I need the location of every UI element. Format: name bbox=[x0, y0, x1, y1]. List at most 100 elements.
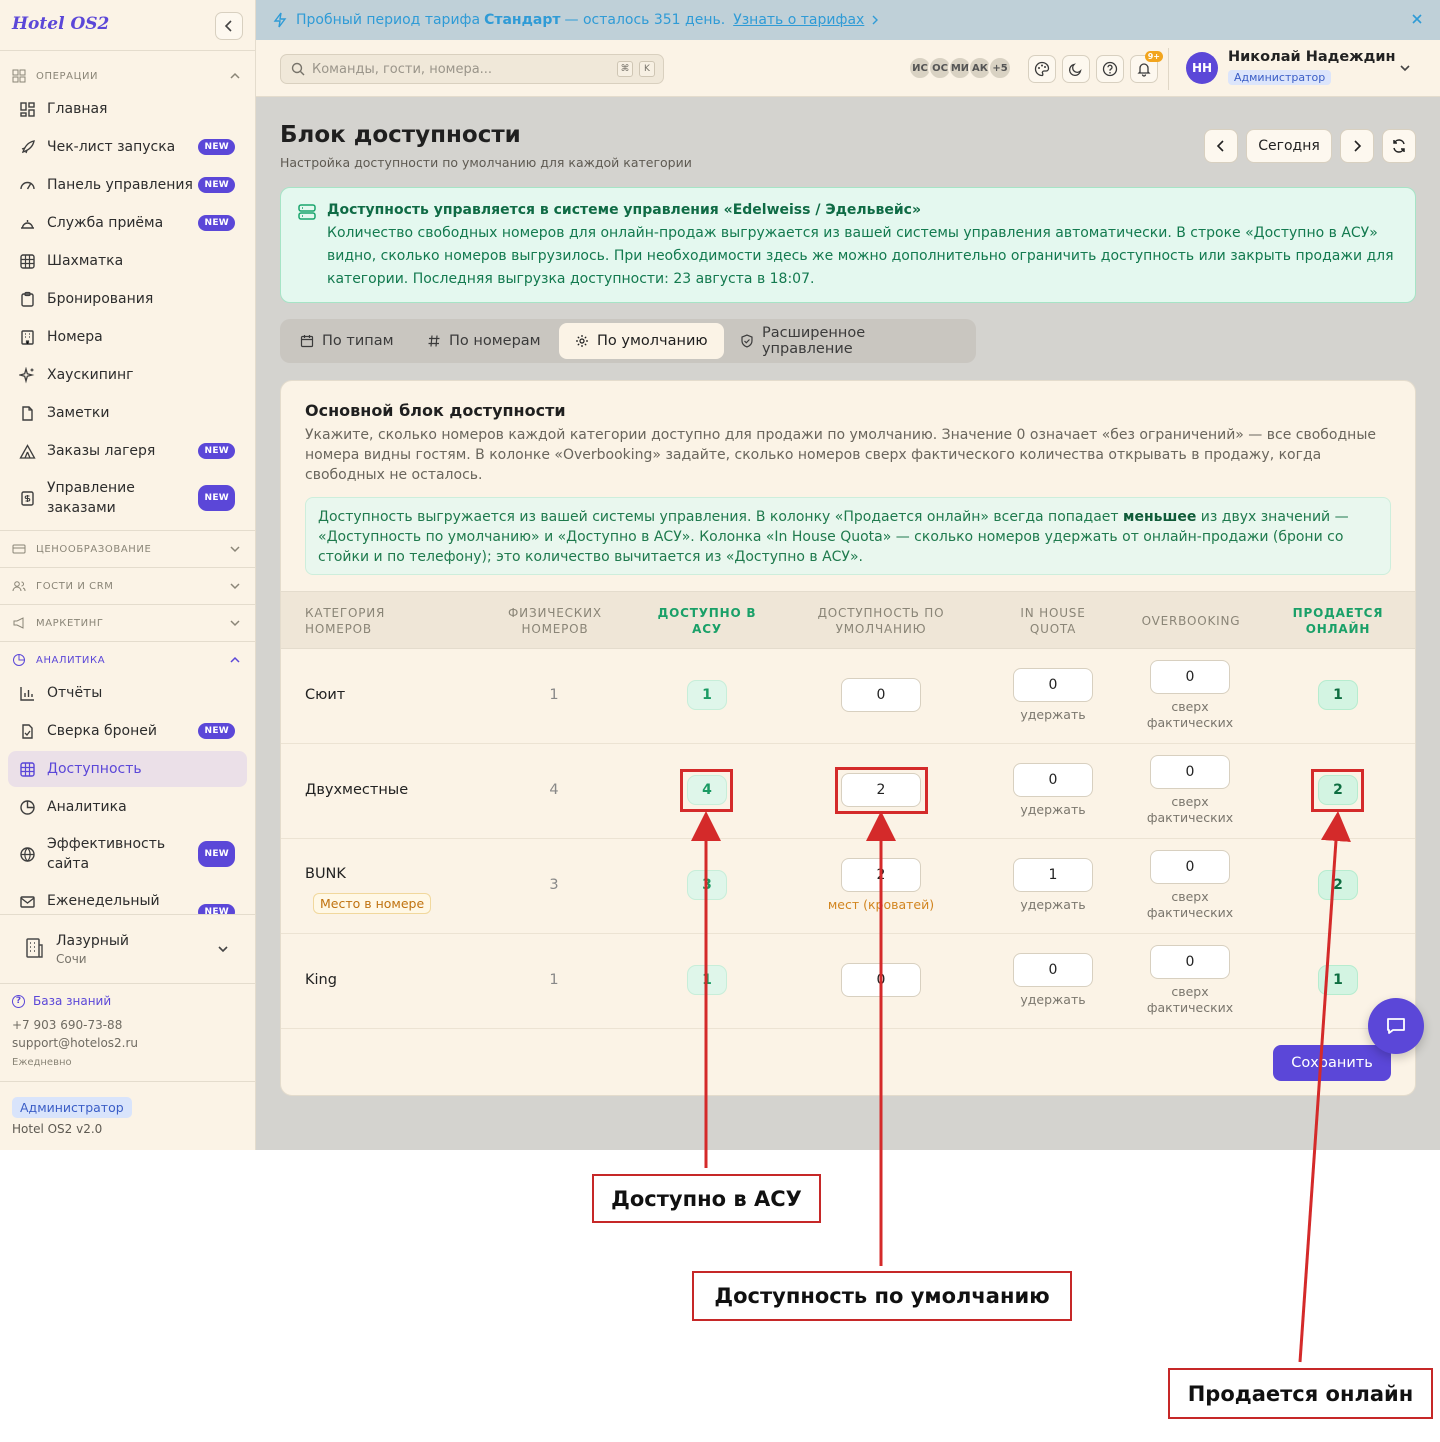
dark-mode-button[interactable] bbox=[1062, 55, 1090, 83]
app-logo[interactable]: Hotel OS2 bbox=[12, 14, 109, 34]
tab-label: По номерам bbox=[449, 333, 541, 349]
close-icon[interactable] bbox=[1410, 12, 1424, 26]
sidebar-item-notes[interactable]: Заметки bbox=[8, 395, 247, 431]
sidebar-item-home[interactable]: Главная bbox=[8, 91, 247, 127]
default-availability-input[interactable] bbox=[841, 963, 921, 997]
hotel-selector[interactable]: Лазурный Сочи bbox=[0, 915, 256, 983]
sparkles-icon bbox=[19, 366, 36, 384]
sidebar-item-frontdesk[interactable]: Служба приёма NEW bbox=[8, 205, 247, 241]
section-analytics[interactable]: АНАЛИТИКА bbox=[12, 651, 244, 669]
tent-icon bbox=[19, 443, 36, 460]
divider bbox=[1168, 48, 1169, 90]
sidebar-item-site-efficiency[interactable]: Эффективность сайта NEW bbox=[8, 832, 247, 876]
overbooking-input[interactable] bbox=[1150, 850, 1230, 884]
support-email[interactable]: support@hotelos2.ru bbox=[12, 1036, 138, 1050]
chevron-up-icon bbox=[230, 72, 240, 79]
sidebar-item-chess[interactable]: Шахматка bbox=[8, 243, 247, 279]
overbooking-hint: сверх фактических bbox=[1140, 794, 1240, 826]
rocket-icon bbox=[19, 139, 36, 156]
chevron-up-icon bbox=[230, 656, 240, 663]
callout-online: Продается онлайн bbox=[1168, 1368, 1433, 1419]
sidebar-item-availability[interactable]: Доступность bbox=[8, 751, 247, 787]
hotel-building-icon bbox=[26, 938, 43, 958]
sidebar-item-checklist[interactable]: Чек-лист запуска NEW bbox=[8, 129, 247, 165]
app-version: Hotel OS2 v2.0 bbox=[12, 1122, 103, 1136]
chat-button[interactable] bbox=[1368, 998, 1424, 1054]
mail-icon bbox=[19, 893, 36, 910]
sidebar-item-label: Аналитика bbox=[47, 799, 127, 815]
info-text: Количество свободных номеров для онлайн-… bbox=[327, 225, 1394, 287]
user-avatar[interactable]: НН bbox=[1186, 52, 1218, 84]
callout-asu: Доступно в АСУ bbox=[592, 1174, 821, 1223]
new-badge: NEW bbox=[198, 904, 235, 914]
sidebar-item-order-management[interactable]: Управление заказами NEW bbox=[8, 476, 247, 520]
megaphone-icon bbox=[12, 616, 26, 630]
in-house-quota-input[interactable] bbox=[1013, 763, 1093, 797]
today-button[interactable]: Сегодня bbox=[1246, 129, 1332, 163]
sold-online-count: 2 bbox=[1318, 870, 1358, 900]
calendar-icon bbox=[300, 335, 314, 348]
prev-date-button[interactable] bbox=[1204, 129, 1238, 163]
hash-icon bbox=[428, 335, 440, 347]
search-box[interactable]: ⌘ K bbox=[280, 54, 664, 84]
chevron-down-icon bbox=[218, 946, 228, 953]
tab-by-type[interactable]: По типам bbox=[284, 323, 410, 359]
knowledge-base-link[interactable]: ? База знаний bbox=[12, 994, 111, 1008]
tab-advanced[interactable]: Расширенное управление bbox=[724, 323, 976, 359]
sidebar-item-housekeeping[interactable]: Хаускипинг bbox=[8, 357, 247, 393]
overbooking-input[interactable] bbox=[1150, 660, 1230, 694]
section-marketing[interactable]: МАРКЕТИНГ bbox=[12, 614, 244, 632]
overbooking-input[interactable] bbox=[1150, 755, 1230, 789]
section-operations[interactable]: ОПЕРАЦИИ bbox=[12, 67, 244, 85]
sidebar-item-label: Управление заказами bbox=[47, 480, 135, 516]
hotel-city: Сочи bbox=[56, 952, 87, 966]
help-button[interactable] bbox=[1096, 55, 1124, 83]
sidebar-item-label: Чек-лист запуска bbox=[47, 139, 176, 155]
sidebar-item-label: Эффективность сайта bbox=[47, 836, 166, 872]
in-house-quota-input[interactable] bbox=[1013, 668, 1093, 702]
in-house-quota-input[interactable] bbox=[1013, 858, 1093, 892]
search-input[interactable] bbox=[312, 61, 602, 77]
in-house-quota-input[interactable] bbox=[1013, 953, 1093, 987]
card-description: Укажите, сколько номеров каждой категори… bbox=[305, 427, 1376, 483]
sidebar-item-weekly[interactable]: Еженедельный NEW bbox=[8, 884, 247, 914]
clipboard-icon bbox=[19, 291, 36, 308]
overbooking-hint: сверх фактических bbox=[1140, 699, 1240, 731]
default-availability-input[interactable] bbox=[841, 858, 921, 892]
sidebar-item-camp-orders[interactable]: Заказы лагеря NEW bbox=[8, 433, 247, 469]
theme-palette-button[interactable] bbox=[1028, 55, 1056, 83]
physical-count: 1 bbox=[549, 687, 559, 703]
notifications-button[interactable]: 9+ bbox=[1130, 51, 1163, 83]
sidebar-item-analytics[interactable]: Аналитика bbox=[8, 789, 247, 825]
chevron-down-icon[interactable] bbox=[1398, 61, 1412, 75]
tab-label: По типам bbox=[322, 333, 394, 349]
save-button[interactable]: Сохранить bbox=[1273, 1045, 1391, 1081]
sidebar-item-rooms[interactable]: Номера bbox=[8, 319, 247, 355]
tariffs-link[interactable]: Узнать о тарифах bbox=[733, 12, 864, 28]
section-guests[interactable]: ГОСТИ И CRM bbox=[12, 577, 244, 595]
tab-default[interactable]: По умолчанию bbox=[559, 323, 724, 359]
sidebar-item-dashboard[interactable]: Панель управления NEW bbox=[8, 167, 247, 203]
highlight-online-box bbox=[1311, 769, 1364, 812]
avatar-more[interactable]: +5 bbox=[988, 56, 1012, 80]
collapse-sidebar-button[interactable] bbox=[215, 12, 243, 40]
section-pricing[interactable]: ЦЕНООБРАЗОВАНИЕ bbox=[12, 540, 244, 558]
next-date-button[interactable] bbox=[1340, 129, 1374, 163]
palette-icon bbox=[1034, 61, 1050, 77]
user-name[interactable]: Николай Надеждин bbox=[1228, 49, 1396, 65]
tab-by-room[interactable]: По номерам bbox=[411, 323, 557, 359]
highlight-default-box bbox=[835, 767, 928, 814]
default-availability-input[interactable] bbox=[841, 678, 921, 712]
sidebar-item-reports[interactable]: Отчёты bbox=[8, 675, 247, 711]
sidebar-item-reconciliation[interactable]: Сверка броней NEW bbox=[8, 713, 247, 749]
refresh-button[interactable] bbox=[1382, 129, 1416, 163]
new-badge: NEW bbox=[198, 841, 235, 867]
page-subtitle: Настройка доступности по умолчанию для к… bbox=[280, 155, 692, 170]
sidebar-item-bookings[interactable]: Бронирования bbox=[8, 281, 247, 317]
role-badge: Администратор bbox=[12, 1097, 132, 1118]
quota-hint: удержать bbox=[1020, 992, 1086, 1007]
support-phone[interactable]: +7 903 690-73-88 bbox=[12, 1018, 122, 1032]
overbooking-input[interactable] bbox=[1150, 945, 1230, 979]
online-users[interactable]: ИС ОС МИ АК +5 bbox=[908, 56, 1012, 80]
sidebar-item-label: Заказы лагеря bbox=[47, 443, 156, 459]
